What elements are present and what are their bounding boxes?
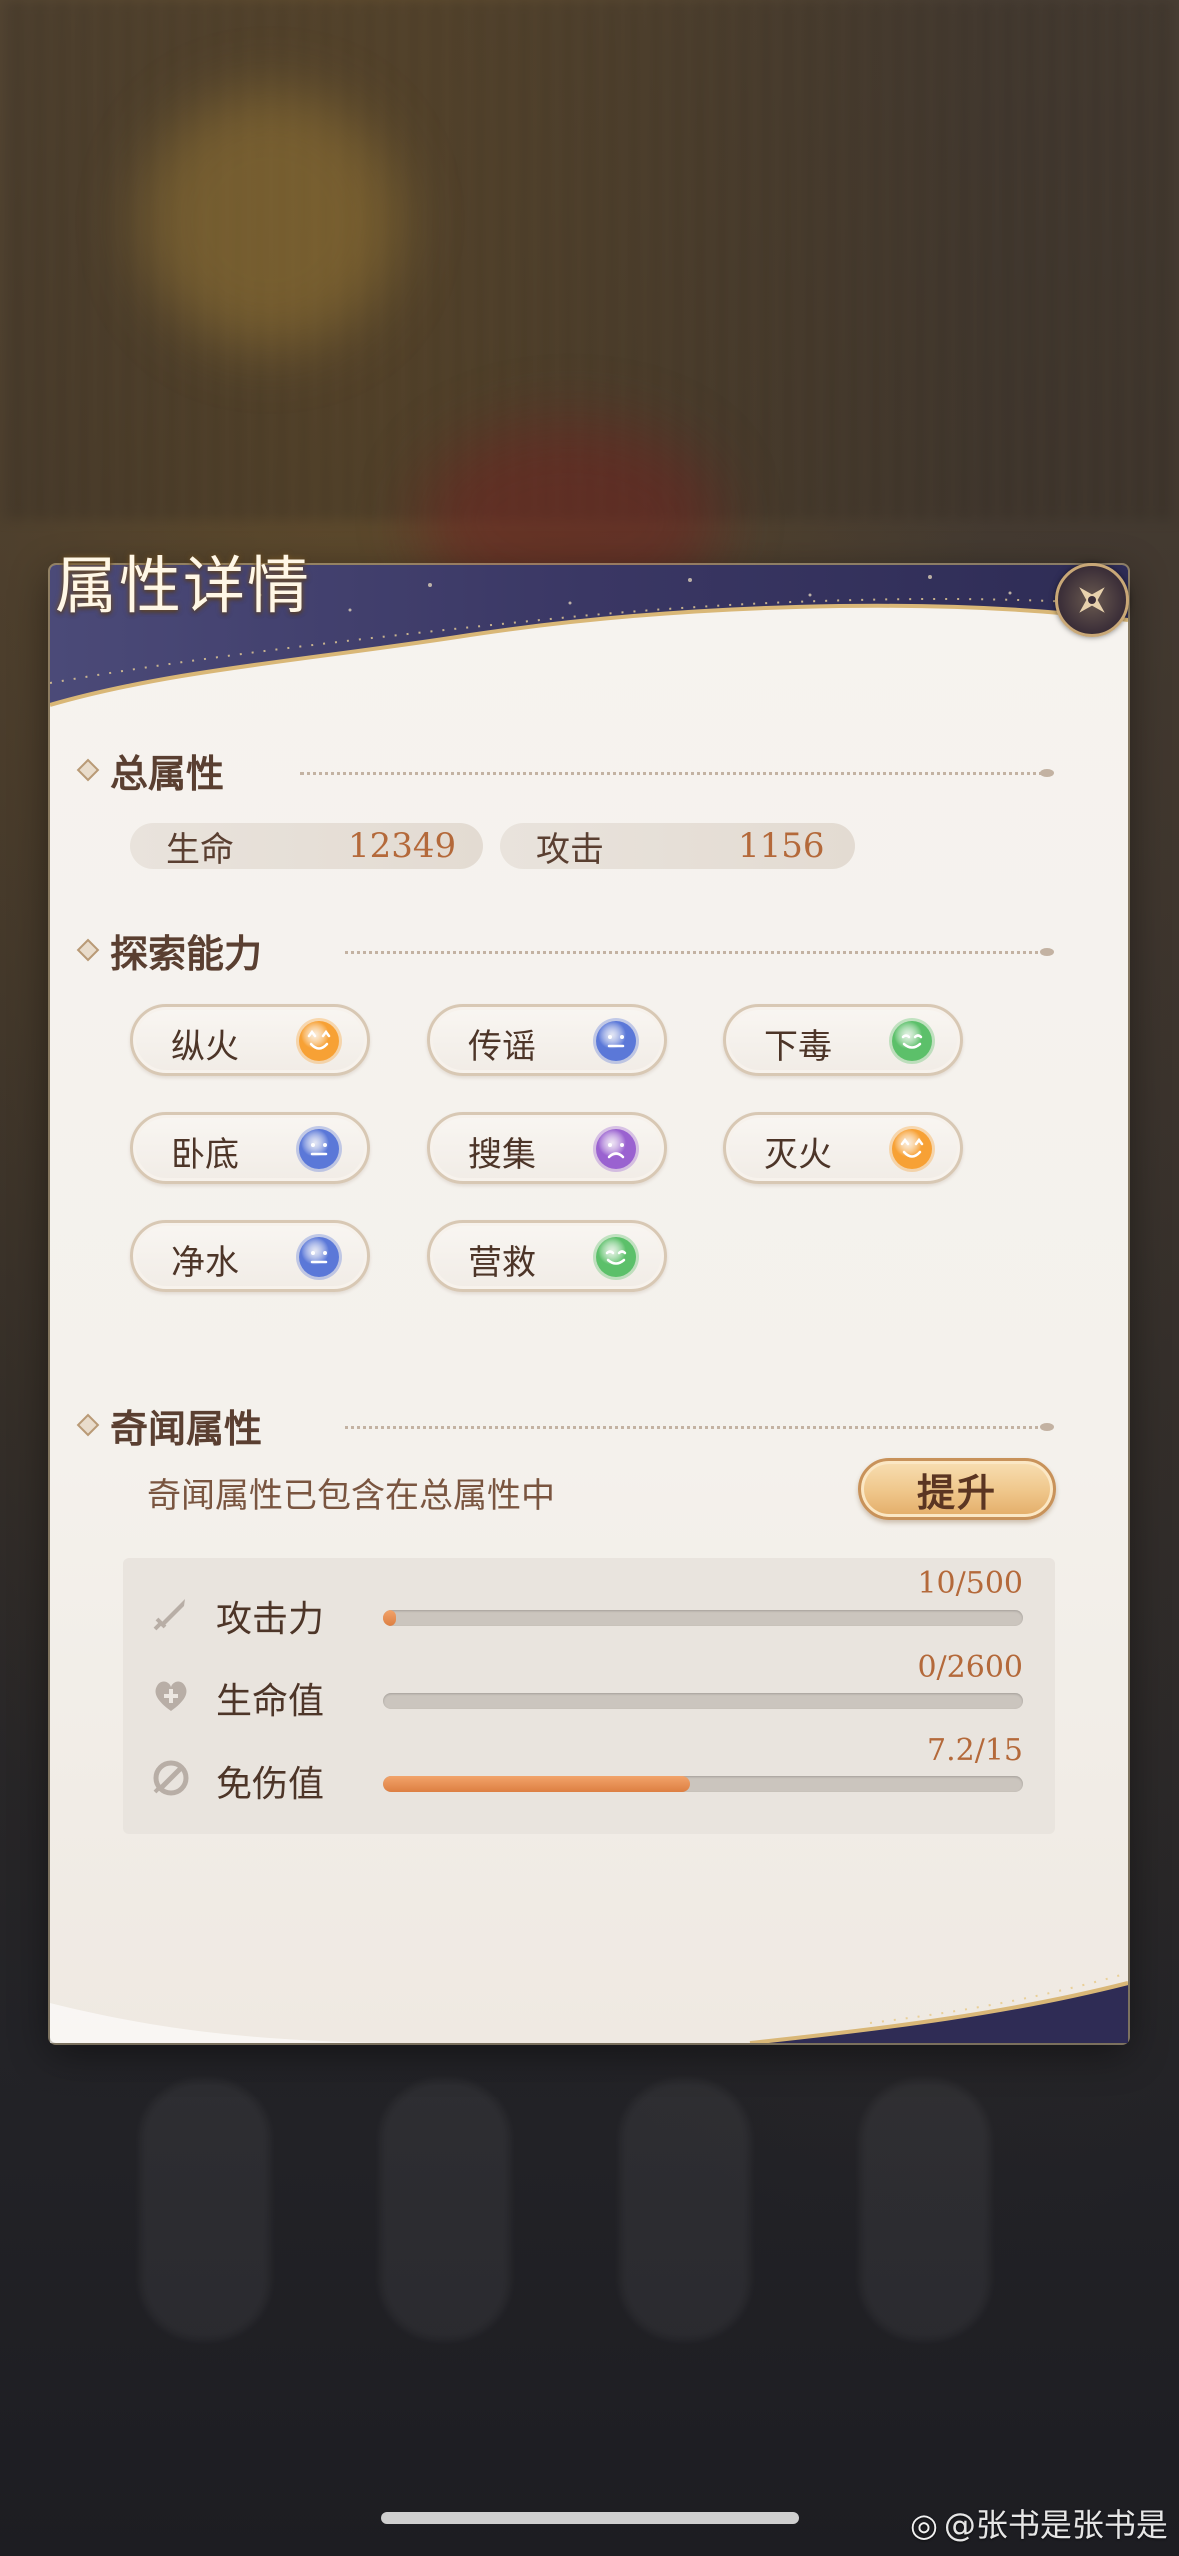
bar-value: 10/500 bbox=[917, 1566, 1023, 1601]
stat-value: 1156 bbox=[738, 826, 825, 866]
section-exploration: 探索能力 bbox=[76, 925, 263, 976]
section-title: 探索能力 bbox=[110, 930, 263, 976]
bar-value: 7.2/15 bbox=[927, 1733, 1023, 1768]
bar-value: 0/2600 bbox=[917, 1650, 1023, 1685]
sad-face-icon bbox=[593, 1126, 639, 1172]
section-total-attributes: 总属性 bbox=[76, 745, 225, 796]
progress-fill bbox=[383, 1776, 691, 1792]
divider bbox=[345, 948, 1054, 956]
ability-label: 搜集 bbox=[468, 1135, 536, 1175]
stat-label: 攻击 bbox=[536, 829, 604, 870]
heart-plus-icon bbox=[155, 1681, 187, 1711]
excited-face-icon bbox=[889, 1126, 935, 1172]
rumor-description: 奇闻属性已包含在总属性中 bbox=[147, 1476, 555, 1516]
upgrade-button[interactable]: 提升 bbox=[858, 1458, 1056, 1520]
bar-label: 生命值 bbox=[216, 1681, 325, 1722]
neutral-face-icon bbox=[296, 1234, 342, 1280]
ability-chip[interactable]: 营救 bbox=[427, 1220, 667, 1292]
bar-label: 免伤值 bbox=[216, 1764, 325, 1805]
background-card bbox=[380, 2080, 510, 2340]
background-card bbox=[140, 2080, 270, 2340]
ability-chip[interactable]: 净水 bbox=[130, 1220, 370, 1292]
weibo-watermark: ◎ @张书是张书是 bbox=[910, 2500, 1168, 2546]
home-indicator[interactable] bbox=[381, 2512, 799, 2524]
stat-value: 12349 bbox=[348, 826, 457, 866]
divider bbox=[345, 1423, 1054, 1431]
progress-bar-attack bbox=[383, 1610, 1023, 1626]
close-icon bbox=[1079, 587, 1105, 613]
neutral-face-icon bbox=[296, 1126, 342, 1172]
panel-title: 属性详情 bbox=[55, 549, 312, 622]
rumor-bars: 攻击力 10/500 生命值 0/2600 免伤值 7.2/15 bbox=[123, 1558, 1055, 1834]
shield-block-icon bbox=[153, 1760, 189, 1796]
ability-label: 下毒 bbox=[764, 1027, 832, 1067]
bar-label: 攻击力 bbox=[216, 1599, 325, 1640]
background-card bbox=[620, 2080, 750, 2340]
sword-icon bbox=[153, 1599, 185, 1631]
diamond-icon bbox=[76, 758, 100, 782]
diamond-icon bbox=[76, 938, 100, 962]
excited-face-icon bbox=[296, 1018, 342, 1064]
progress-bar-hp bbox=[383, 1693, 1023, 1709]
ability-chip[interactable]: 卧底 bbox=[130, 1112, 370, 1184]
progress-bar-defense bbox=[383, 1776, 1023, 1792]
happy-face-icon bbox=[889, 1018, 935, 1064]
stat-hp: 生命 12349 bbox=[130, 823, 483, 870]
progress-fill bbox=[383, 1610, 396, 1626]
ability-chip[interactable]: 纵火 bbox=[130, 1004, 370, 1076]
ability-label: 纵火 bbox=[171, 1027, 239, 1067]
ability-chip[interactable]: 灭火 bbox=[723, 1112, 963, 1184]
divider bbox=[300, 769, 1054, 777]
weibo-icon: ◎ bbox=[910, 2506, 938, 2544]
diamond-icon bbox=[76, 1413, 100, 1437]
happy-face-icon bbox=[593, 1234, 639, 1280]
close-button[interactable] bbox=[1055, 563, 1129, 637]
panel-bottom-decoration bbox=[50, 1972, 1128, 2043]
section-title: 奇闻属性 bbox=[110, 1405, 263, 1451]
neutral-face-icon bbox=[593, 1018, 639, 1064]
ability-label: 灭火 bbox=[764, 1135, 832, 1175]
ability-label: 营救 bbox=[468, 1243, 536, 1283]
ability-label: 净水 bbox=[171, 1243, 239, 1283]
ability-chip[interactable]: 搜集 bbox=[427, 1112, 667, 1184]
section-title: 总属性 bbox=[110, 750, 225, 796]
ability-chip[interactable]: 下毒 bbox=[723, 1004, 963, 1076]
stat-label: 生命 bbox=[166, 829, 234, 870]
ability-label: 传谣 bbox=[468, 1027, 536, 1067]
section-rumor: 奇闻属性 bbox=[76, 1400, 263, 1451]
ability-label: 卧底 bbox=[171, 1135, 239, 1175]
background-blur bbox=[140, 90, 400, 350]
background-card bbox=[860, 2080, 990, 2340]
ability-chip[interactable]: 传谣 bbox=[427, 1004, 667, 1076]
stat-attack: 攻击 1156 bbox=[500, 823, 855, 870]
watermark-text: @张书是张书是 bbox=[943, 2506, 1168, 2544]
